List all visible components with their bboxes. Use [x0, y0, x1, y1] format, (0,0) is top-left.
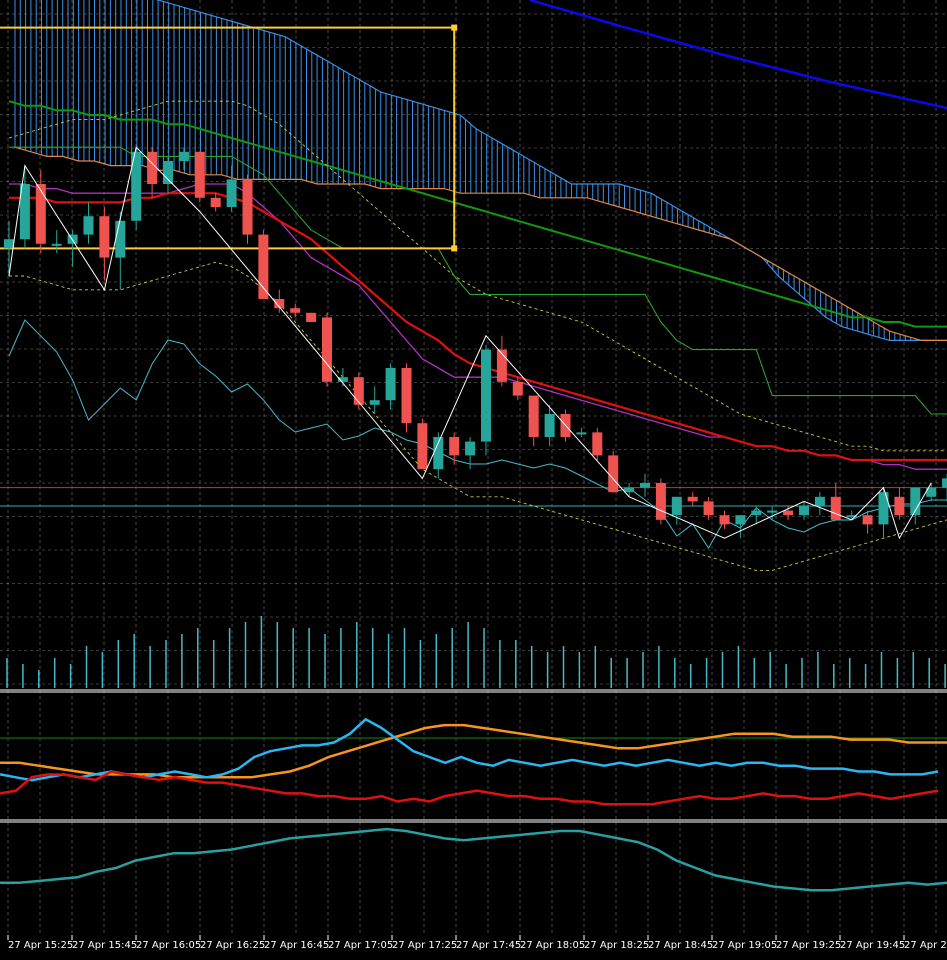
- time-tick-label: 27 Apr 16:25: [200, 940, 265, 951]
- candle-body: [767, 510, 778, 513]
- time-tick-label: 27 Apr 19:05: [712, 940, 777, 951]
- time-tick-label: 27 Apr 18:05: [520, 940, 585, 951]
- candle-body: [592, 432, 603, 456]
- time-tick-label: 27 Apr 20:05: [904, 940, 947, 951]
- time-tick-label: 27 Apr 19:25: [776, 940, 841, 951]
- candle-body: [4, 239, 14, 249]
- candle-body: [783, 510, 794, 516]
- candle-body: [385, 368, 396, 401]
- candle-body: [449, 437, 460, 456]
- price-chart[interactable]: 27 Apr 15:2527 Apr 15:4527 Apr 16:0527 A…: [0, 0, 947, 960]
- candle-body: [242, 179, 253, 235]
- candle-body: [115, 220, 126, 258]
- candle-body: [894, 496, 905, 516]
- candle-body: [369, 400, 380, 405]
- candle-body: [942, 478, 947, 488]
- candle-body: [608, 455, 619, 493]
- candle-body: [703, 501, 714, 516]
- candle-body: [878, 492, 889, 525]
- candle-body: [655, 483, 666, 520]
- candle-body: [735, 515, 746, 525]
- candle-body: [35, 184, 46, 244]
- candle-body: [751, 510, 762, 516]
- candle-body: [465, 441, 476, 456]
- candle-body: [401, 368, 412, 424]
- candle-body: [671, 496, 682, 516]
- candle-body: [544, 414, 555, 437]
- time-tick-label: 27 Apr 17:05: [328, 940, 393, 951]
- candle-body: [719, 515, 730, 525]
- candle-body: [687, 496, 698, 502]
- candle-body: [322, 317, 332, 382]
- candle-body: [640, 483, 650, 488]
- candle-body: [417, 423, 428, 470]
- rectangle-handle: [451, 245, 458, 252]
- candle-body: [481, 349, 491, 442]
- time-tick-label: 27 Apr 15:25: [8, 940, 73, 951]
- time-tick-label: 27 Apr 19:45: [840, 940, 905, 951]
- candle-body: [353, 377, 364, 405]
- candle-body: [830, 496, 841, 520]
- candle-body: [814, 496, 825, 506]
- candle-body: [194, 151, 205, 198]
- time-tick-label: 27 Apr 18:25: [584, 940, 649, 951]
- time-tick-label: 27 Apr 16:45: [264, 940, 329, 951]
- candle-body: [163, 161, 173, 184]
- time-tick-label: 27 Apr 17:45: [456, 940, 521, 951]
- candle-body: [290, 308, 301, 313]
- candle-body: [258, 234, 269, 299]
- candle-body: [624, 487, 635, 493]
- candle-body: [178, 151, 189, 161]
- candle-body: [226, 179, 237, 207]
- time-tick-label: 27 Apr 18:45: [648, 940, 713, 951]
- time-tick-label: 27 Apr 16:05: [136, 940, 201, 951]
- rectangle-handle: [451, 24, 458, 31]
- candle-body: [51, 243, 62, 246]
- candle-body: [799, 506, 809, 516]
- candle-body: [512, 381, 523, 396]
- candle-body: [210, 197, 221, 207]
- candle-body: [862, 515, 873, 525]
- candle-body: [576, 432, 587, 435]
- time-tick-label: 27 Apr 17:25: [392, 940, 457, 951]
- candle-body: [528, 395, 539, 437]
- candle-body: [99, 216, 110, 258]
- time-tick-label: 27 Apr 15:45: [72, 940, 137, 951]
- candle-body: [147, 151, 158, 184]
- candle-body: [306, 312, 317, 322]
- candle-body: [83, 216, 94, 235]
